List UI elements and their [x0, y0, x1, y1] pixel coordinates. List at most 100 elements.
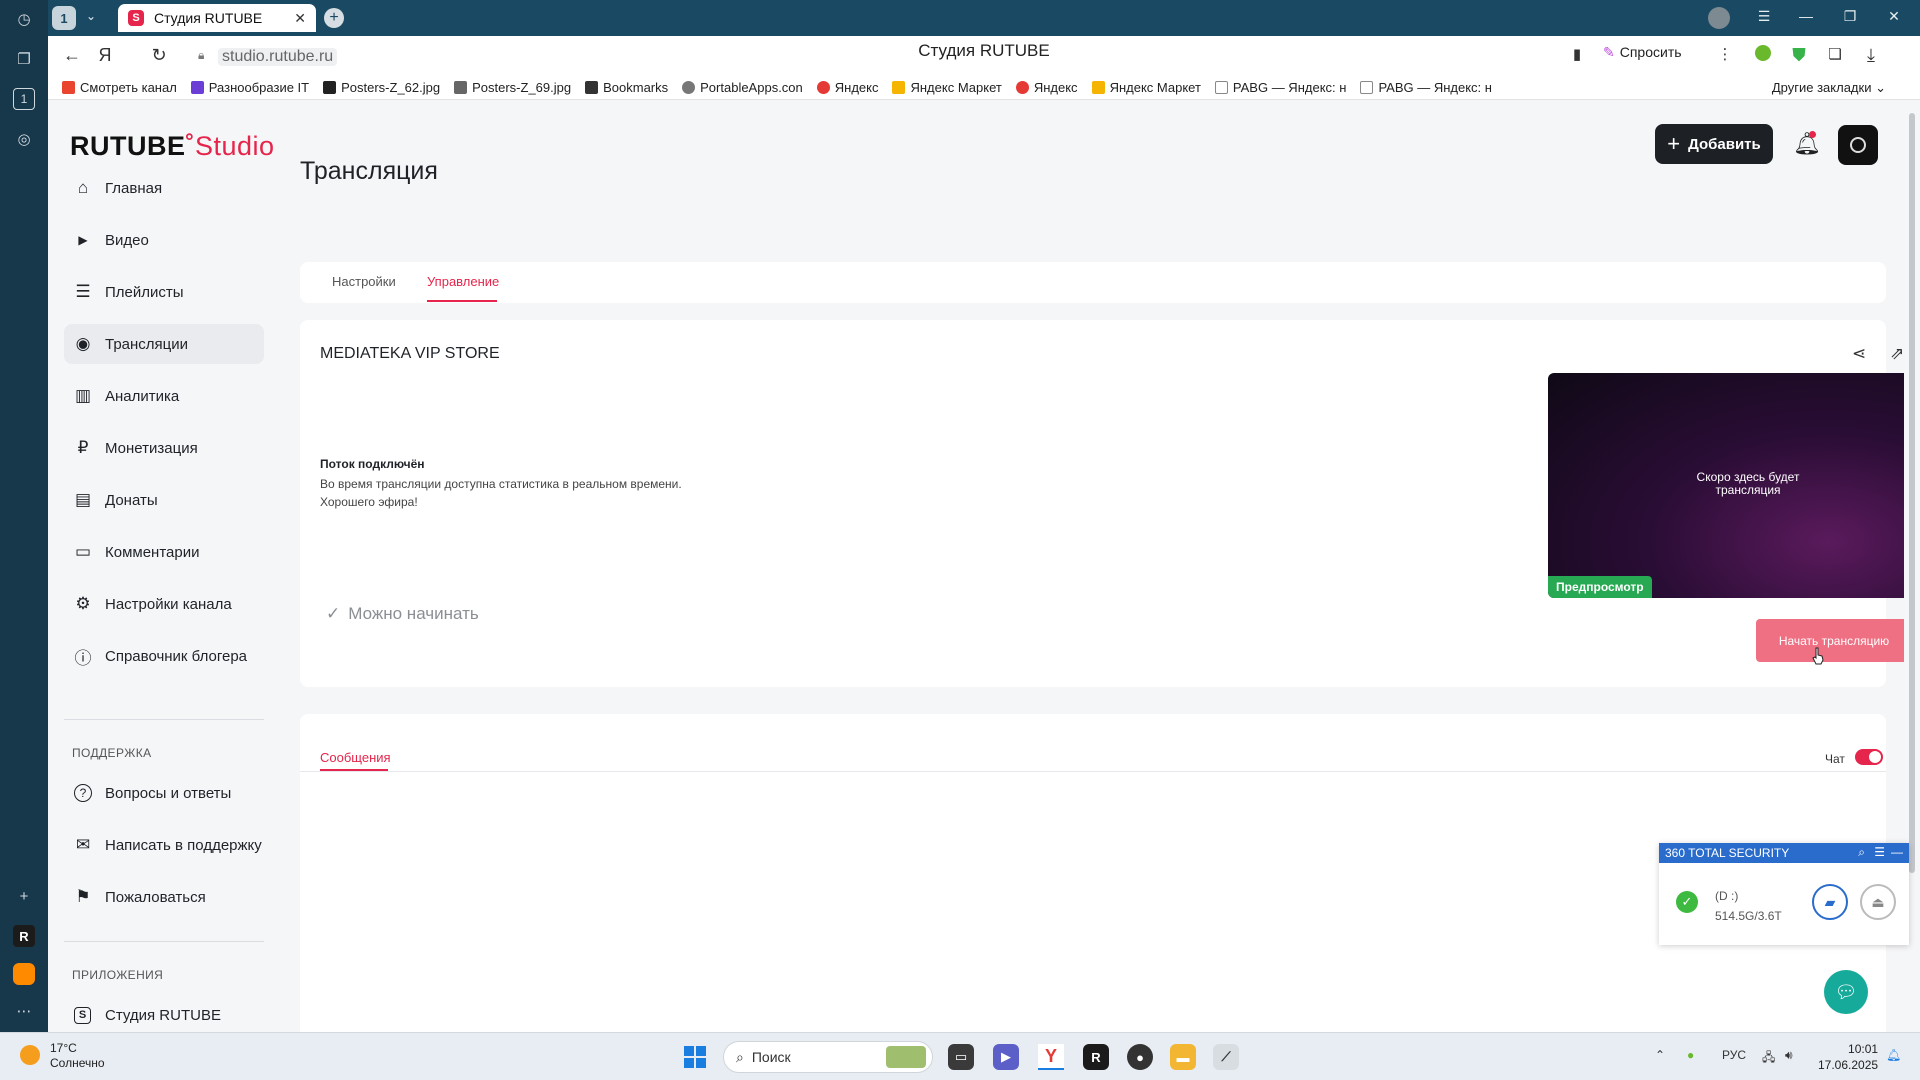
more-icon[interactable]: ⋯ — [13, 1000, 35, 1022]
volume-icon[interactable]: 🔊︎ — [1785, 1048, 1793, 1063]
browser-menu-icon[interactable]: ☰ — [1754, 8, 1774, 25]
sidebar-item-contact-support[interactable]: ✉ Написать в поддержку — [64, 825, 264, 865]
taskbar-search[interactable]: ⌕ Поиск — [723, 1041, 933, 1073]
ask-button[interactable]: ✎ Спросить — [1603, 44, 1682, 61]
network-icon[interactable]: 🖧︎ — [1762, 1048, 1775, 1069]
sidebar-item-analytics[interactable]: ▥ Аналитика — [64, 376, 264, 416]
bookmark-item[interactable]: Яндекс — [1015, 80, 1078, 95]
bookmark-item[interactable]: Разнообразие IT — [190, 80, 309, 95]
tab-count-badge[interactable]: 1 — [52, 6, 76, 30]
task-view-icon[interactable]: ▭ — [948, 1044, 974, 1070]
tab-messages[interactable]: Сообщения — [320, 750, 391, 765]
bookmark-item[interactable]: Яндекс Маркет — [1091, 80, 1201, 95]
other-bookmarks[interactable]: Другие закладки ⌄ — [1772, 80, 1886, 96]
extension-circle-icon[interactable] — [1752, 45, 1774, 66]
menu-icon[interactable]: ☰ — [1874, 845, 1885, 859]
restore-icon[interactable]: ❐ — [1840, 8, 1860, 25]
url-text[interactable]: studio.rutube.ru — [218, 48, 338, 66]
sidebar: ⌂ Главная ▶ Видео ☰ Плейлисты ◉ Трансляции ▥… — [64, 168, 264, 688]
lock-icon[interactable]: 🔒︎ — [198, 48, 204, 63]
sidebar-item-playlists[interactable]: ☰ Плейлисты — [64, 272, 264, 312]
tray-expand-icon[interactable]: ⌃ — [1655, 1048, 1665, 1062]
chat-divider — [300, 771, 1886, 772]
rutube-taskbar-icon[interactable]: R — [1083, 1044, 1109, 1070]
search-icon[interactable]: ⌕ — [1858, 845, 1865, 860]
sidebar-item-donations[interactable]: ▤ Донаты — [64, 480, 264, 520]
chat-bubble-icon: 💬︎ — [1834, 981, 1858, 1002]
tab-list-chevron-icon[interactable]: ⌄ — [86, 9, 96, 23]
help-chat-button[interactable]: 💬︎ — [1824, 970, 1868, 1014]
eject-icon[interactable]: ⏏ — [1860, 884, 1896, 920]
url-field[interactable]: 🔒︎ studio.rutube.ru — [188, 42, 1650, 70]
share-icon[interactable]: ⋖ — [1852, 344, 1866, 364]
sidebar-item-report[interactable]: ⚑ Пожаловаться — [64, 877, 264, 917]
sidebar-item-faq[interactable]: ? Вопросы и ответы — [64, 773, 264, 813]
app-icon[interactable]: ⟋ — [1213, 1044, 1239, 1070]
start-stream-button[interactable]: Начать трансляцию — [1756, 619, 1904, 662]
bookmark-item[interactable]: PortableApps.con — [682, 80, 803, 95]
close-tab-icon[interactable]: ✕ — [294, 10, 306, 27]
scrollbar-thumb[interactable] — [1909, 113, 1915, 873]
history-icon[interactable]: ◷ — [13, 8, 35, 30]
sidebar-item-studio-app[interactable]: S Студия RUTUBE — [64, 995, 264, 1032]
sidebar-item-channel-settings[interactable]: ⚙ Настройки канала — [64, 584, 264, 624]
shield-extension-icon[interactable]: ⛊ — [1788, 45, 1810, 66]
sidebar-item-broadcasts[interactable]: ◉ Трансляции — [64, 324, 264, 364]
drive-label: (D :) — [1715, 889, 1739, 903]
messenger-app-icon[interactable] — [13, 963, 35, 985]
notification-bell-icon[interactable]: 🔔︎ — [1886, 1048, 1901, 1062]
rutube-studio-logo[interactable]: RUTUBE˚Studio — [70, 131, 275, 162]
chat-toggle[interactable] — [1855, 749, 1883, 765]
bookmark-item[interactable]: Смотреть канал — [62, 80, 177, 95]
collections-icon[interactable]: ❏ — [1824, 45, 1846, 63]
bookmark-favicon-icon — [454, 81, 468, 94]
minimize-icon[interactable]: — — [1891, 845, 1903, 859]
sidebar-item-monetization[interactable]: ₽ Монетизация — [64, 428, 264, 468]
drive-size: 514.5G/3.6T — [1715, 909, 1782, 923]
close-window-icon[interactable]: ✕ — [1884, 8, 1904, 25]
yandex-browser-icon[interactable]: Y — [1038, 1044, 1064, 1070]
bookmark-item[interactable]: Posters-Z_69.jpg — [454, 80, 571, 95]
bookmark-item[interactable]: PABG — Яндекс: н — [1214, 80, 1346, 95]
stream-preview[interactable]: Скоро здесь будет трансляция Предпросмот… — [1548, 373, 1904, 598]
screenshot-icon[interactable]: ◎ — [13, 128, 35, 150]
clock[interactable]: 10:01 17.06.2025 — [1818, 1041, 1878, 1073]
add-panel-icon[interactable]: + — [13, 885, 35, 907]
tabs-icon[interactable]: ❐ — [13, 48, 35, 70]
bookmark-label: Смотреть канал — [80, 80, 177, 95]
bell-icon[interactable]: 🔔︎ — [1793, 131, 1821, 157]
open-external-icon[interactable]: ⇗ — [1890, 344, 1904, 364]
sidebar-item-home[interactable]: ⌂ Главная — [64, 168, 264, 208]
tray-360-icon[interactable]: ● — [1687, 1048, 1694, 1062]
bookmark-item[interactable]: Posters-Z_62.jpg — [323, 80, 440, 95]
kebab-menu-icon[interactable]: ⋮ — [1714, 45, 1736, 63]
bookmark-item[interactable]: Яндекс Маркет — [892, 80, 1002, 95]
tab-settings[interactable]: Настройки — [332, 274, 396, 289]
sidebar-item-video[interactable]: ▶ Видео — [64, 220, 264, 260]
tab-control[interactable]: Управление — [427, 274, 499, 289]
rutube-app-icon[interactable]: R — [13, 925, 35, 947]
studio-app-icon: S — [74, 1006, 91, 1024]
obs-icon[interactable]: ● — [1127, 1044, 1153, 1070]
language-indicator[interactable]: РУС — [1722, 1048, 1746, 1062]
minimize-icon[interactable]: — — [1796, 8, 1816, 24]
active-tab[interactable]: S Студия RUTUBE ✕ — [118, 4, 316, 32]
sidebar-item-comments[interactable]: ▭ Комментарии — [64, 532, 264, 572]
windows-start-icon[interactable] — [684, 1046, 706, 1068]
sidebar-item-label: Настройки канала — [105, 595, 232, 613]
profile-icon[interactable] — [1708, 7, 1730, 29]
bookmark-item[interactable]: Яндекс — [816, 80, 878, 95]
new-tab-button[interactable]: + — [324, 8, 344, 28]
bookmark-item[interactable]: PABG — Яндекс: н — [1360, 80, 1492, 95]
workspace-icon[interactable]: 1 — [13, 88, 35, 110]
bookmark-item[interactable]: Bookmarks — [585, 80, 668, 95]
file-explorer-icon[interactable]: ▬ — [1170, 1044, 1196, 1070]
download-icon[interactable]: ⤓ — [1860, 45, 1882, 66]
sidebar-item-blogger-guide[interactable]: ⓘ Справочник блогера — [64, 636, 264, 676]
meet-icon[interactable]: ▶ — [993, 1044, 1019, 1070]
avatar[interactable] — [1838, 125, 1878, 165]
folder-icon[interactable]: ▰ — [1812, 884, 1848, 920]
bookmark-flag-icon[interactable]: ▮ — [1566, 45, 1588, 63]
add-button[interactable]: + Добавить — [1655, 124, 1773, 164]
apps-header: ПРИЛОЖЕНИЯ — [72, 968, 164, 982]
